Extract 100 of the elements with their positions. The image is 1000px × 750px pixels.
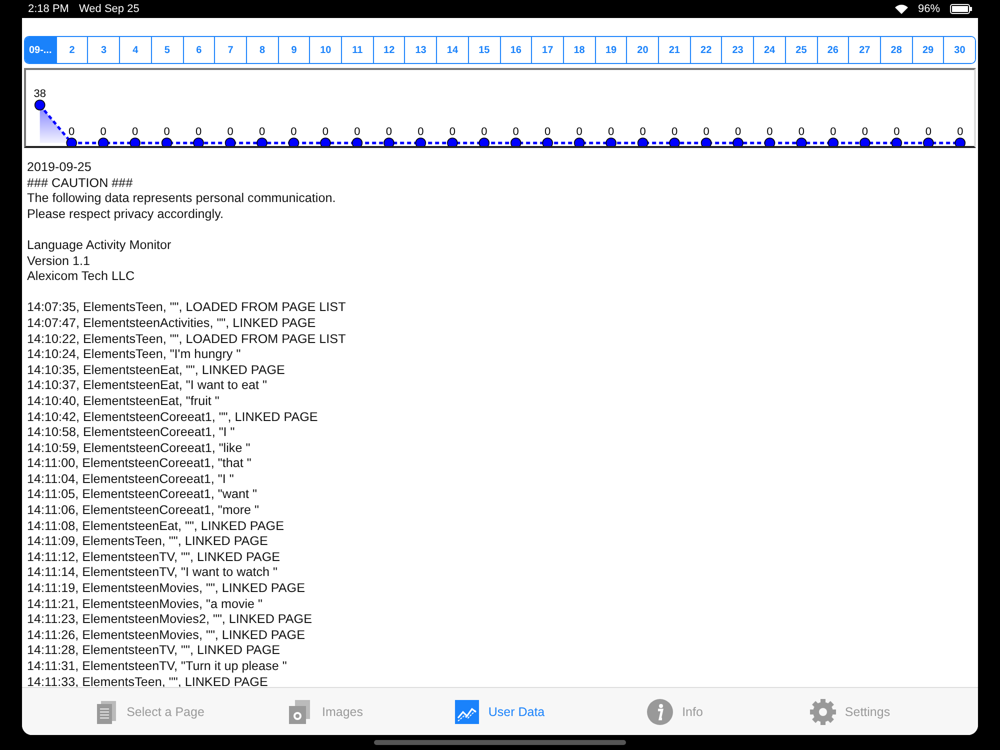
data-label: 0 [100, 126, 106, 138]
data-label: 0 [481, 126, 488, 138]
status-time: 2:18 PM [28, 3, 69, 15]
data-label: 0 [68, 126, 75, 138]
data-point [860, 138, 870, 146]
status-date: Wed Sep 25 [78, 3, 140, 15]
data-label: 0 [386, 126, 392, 138]
data-point [415, 138, 426, 146]
log-line: 14:11:05, ElementsteenCoreeat1, "want " [27, 487, 258, 504]
data-label: 0 [640, 126, 646, 138]
tab-bar-item[interactable]: Select a Page [62, 700, 238, 724]
data-point [161, 138, 172, 146]
log-line: 14:11:04, ElementsteenCoreeat1, "I " [27, 472, 235, 488]
log-line: 14:11:19, ElementsteenMovies, "", LINKED PAGE [27, 581, 306, 597]
log-line: 14:11:21, ElementsteenMovies, "a movie " [27, 596, 264, 612]
data-point [320, 138, 331, 146]
log-line: 14:11:23, ElementsteenMovies2, "", LINKED PAGE [27, 612, 313, 628]
log-line: 14:10:59, ElementsteenCoreeat1, "like " [27, 440, 252, 456]
log-line: 14:10:35, ElementsteenEat, "", LINKED PAGE [27, 362, 286, 378]
tab-bar-item[interactable]: User Data [412, 700, 588, 724]
data-label: 0 [227, 126, 234, 138]
data-point [34, 100, 46, 110]
data-point [288, 138, 300, 146]
data-point [923, 138, 934, 146]
data-label: 0 [195, 126, 202, 138]
data-point [352, 138, 363, 146]
data-point [796, 138, 807, 146]
data-point [700, 138, 712, 146]
photos-icon [287, 698, 313, 724]
data-point [732, 138, 744, 146]
data-point [954, 138, 966, 146]
data-point [384, 138, 394, 146]
log-line: 14:11:28, ElementsteenTV, "", LINKED PAGE [27, 643, 282, 659]
data-label: 0 [290, 126, 297, 138]
data-point [637, 138, 648, 146]
data-point [447, 138, 458, 146]
date-segment[interactable]: 09-... [25, 37, 56, 63]
log-line: Please respect privacy accordingly. [27, 206, 224, 222]
log-line: 14:11:12, ElementsteenTV, "", LINKED PAGE [27, 550, 282, 566]
data-point [606, 138, 616, 146]
log-line: 14:11:09, ElementsTeen, "", LINKED PAGE [27, 534, 269, 550]
log-line: The following data represents personal communication. [27, 191, 337, 207]
log-line: 14:07:47, ElementsteenActivities, "", LINKED PAGE [27, 316, 317, 332]
data-point [828, 138, 839, 146]
data-label: 0 [258, 126, 266, 138]
data-label: 0 [608, 126, 614, 138]
wifi-icon [894, 4, 908, 14]
data-point [98, 138, 109, 146]
log-line: 14:10:37, ElementsteenEat, "I want to eat " [27, 378, 268, 394]
data-label: 0 [671, 126, 678, 138]
tab-bar-item[interactable]: Settings [762, 698, 938, 724]
data-label: 0 [862, 126, 868, 138]
data-point [193, 138, 204, 146]
log-line: 14:10:58, ElementsteenCoreeat1, "I " [27, 425, 236, 441]
log-line: 14:11:26, ElementsteenMovies, "", LINKED PAGE [27, 628, 306, 644]
data-label: 0 [544, 126, 551, 138]
data-point [224, 138, 236, 146]
data-label: 0 [703, 126, 710, 138]
log-line: Version 1.1 [27, 254, 92, 270]
data-point [669, 138, 680, 146]
tab-bar-item[interactable]: Info [588, 698, 762, 724]
log-line: 14:11:00, ElementsteenCoreeat1, "that " [27, 456, 252, 472]
data-label: 0 [957, 126, 964, 138]
log-line: 14:11:33, ElementsTeen, "", LINKED PAGE [27, 674, 269, 687]
info-icon [647, 698, 674, 724]
log-line: 14:11:14, ElementsteenTV, "I want to watch " [27, 565, 278, 582]
data-label: 0 [766, 126, 773, 138]
data-point [130, 138, 140, 146]
data-label: 0 [449, 126, 456, 138]
data-label: 0 [512, 126, 519, 138]
data-label: 0 [322, 126, 329, 138]
data-point [256, 138, 268, 146]
log-line: Alexicom Tech LLC [27, 269, 136, 285]
data-point [764, 138, 776, 146]
data-label: 0 [354, 126, 360, 138]
data-point [891, 138, 902, 146]
log-line: 2019-09-25 [27, 160, 92, 176]
battery-percent: 96% [918, 3, 940, 15]
data-label: 38 [34, 88, 46, 100]
tab-bar-item[interactable]: Images [238, 698, 412, 724]
date-segment[interactable]: 30 [943, 37, 975, 63]
data-point [478, 138, 490, 146]
data-point [542, 138, 553, 146]
data-label: 0 [734, 126, 742, 138]
data-point [574, 138, 585, 146]
pages-icon [96, 700, 118, 724]
data-label: 0 [132, 126, 138, 138]
line-chart-icon [455, 700, 480, 724]
log-line: 14:10:42, ElementsteenCoreeat1, "", LINKED PAGE [27, 410, 319, 426]
log-line: ### CAUTION ### [27, 176, 134, 192]
data-point [66, 138, 77, 146]
data-point [510, 138, 522, 146]
log-line: 14:10:24, ElementsTeen, "I'm hungry " [27, 347, 242, 363]
log-line: 14:11:08, ElementsteenEat, "", LINKED PAGE [27, 518, 285, 534]
data-label: 0 [798, 126, 805, 138]
log-line: 14:07:35, ElementsTeen, "", LOADED FROM PAGE LIST [27, 300, 347, 316]
data-label: 0 [418, 126, 424, 138]
log-line: 14:11:31, ElementsteenTV, "Turn it up please " [27, 659, 288, 675]
data-label: 0 [925, 126, 932, 138]
data-label: 0 [164, 126, 170, 138]
